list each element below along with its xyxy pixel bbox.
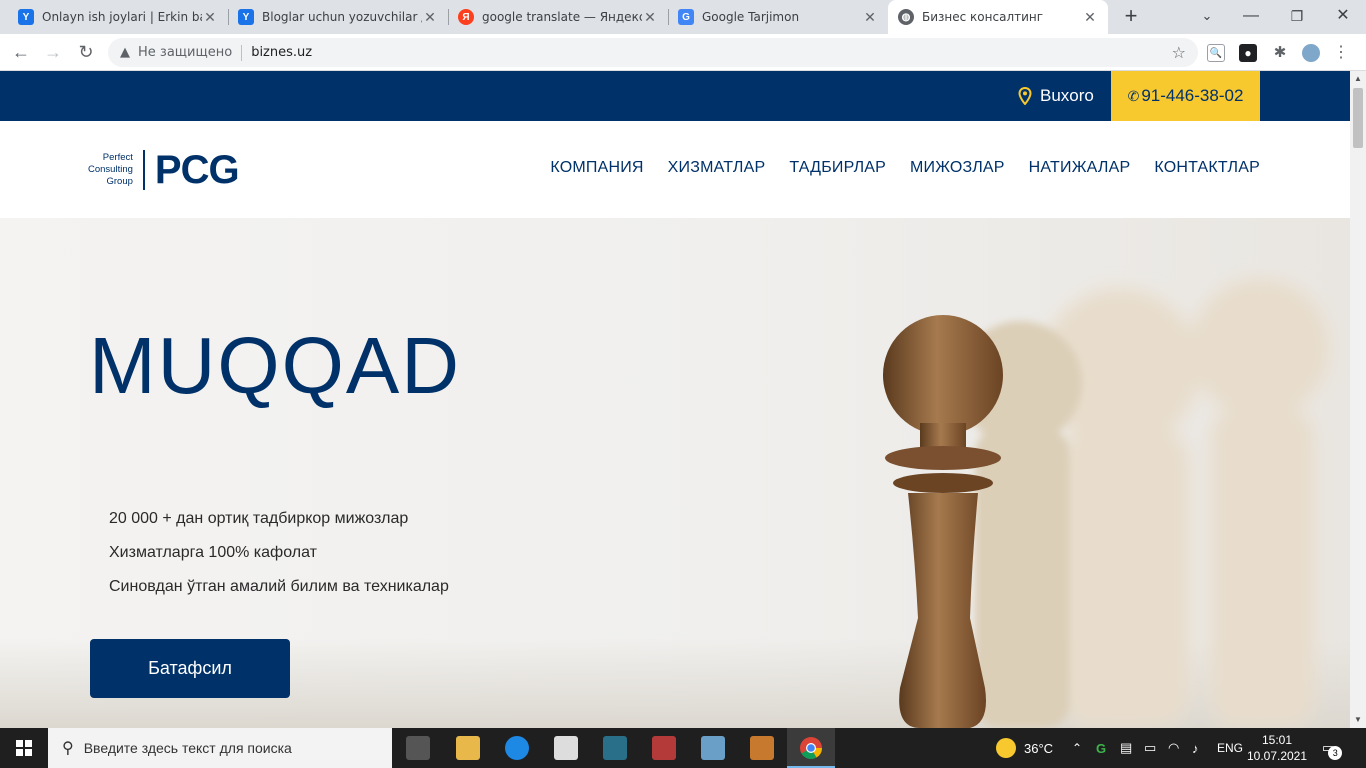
close-tab-icon[interactable]: ✕ <box>422 9 438 26</box>
main-menu: КОМПАНИЯ ХИЗМАТЛАР ТАДБИРЛАР МИЖОЗЛАР НА… <box>526 159 1260 177</box>
scroll-down-icon[interactable]: ▼ <box>1350 712 1366 728</box>
hero-feature: Хизматларга 100% кафолат <box>109 544 317 561</box>
close-tab-icon[interactable]: ✕ <box>862 9 878 26</box>
site-header: Perfect Consulting Group PCG КОМПАНИЯ ХИ… <box>0 121 1350 218</box>
back-button[interactable]: ← <box>8 40 34 66</box>
new-tab-button[interactable]: + <box>1119 4 1143 28</box>
menu-item-clients[interactable]: МИЖОЗЛАР <box>910 159 1005 177</box>
chrome-taskbar-button[interactable] <box>787 728 835 768</box>
taskbar-search-placeholder[interactable]: Введите здесь текст для поиска <box>84 740 292 756</box>
extensions-puzzle-icon[interactable]: ✱ <box>1271 44 1289 62</box>
search-icon: ⚲ <box>62 740 74 757</box>
browser-toolbar: ← → ↻ ▲ Не защищено biznes.uz ☆ 🔍 ● ✱ ⋮ <box>0 34 1366 71</box>
language-indicator[interactable]: ENG <box>1217 728 1243 768</box>
globe-icon: ◍ <box>898 9 914 25</box>
hero-section: MUQQAD 20 000 + дан ортиқ тадбиркор мижо… <box>0 218 1350 728</box>
yandex-icon: Я <box>458 9 474 25</box>
close-window-button[interactable]: ✕ <box>1320 0 1366 34</box>
more-details-button[interactable]: Батафсил <box>90 639 290 698</box>
clock-time: 15:01 <box>1261 733 1293 747</box>
taskbar-search-box[interactable]: ⚲ Введите здесь текст для поиска <box>48 728 392 768</box>
windows-start-icon[interactable] <box>0 728 48 768</box>
minimize-button[interactable]: — <box>1228 0 1274 34</box>
logo-mark: PCG <box>154 147 240 192</box>
menu-item-contacts[interactable]: КОНТАКТЛАР <box>1154 159 1260 177</box>
phone-icon: ✆ <box>1127 87 1140 104</box>
volume-icon[interactable]: ♪ <box>1192 728 1199 768</box>
logo-tagline: Perfect Consulting Group <box>88 152 133 187</box>
battery-icon[interactable]: ▭ <box>1144 728 1156 768</box>
hero-title: MUQQAD <box>89 321 461 410</box>
url-text[interactable]: biznes.uz <box>251 45 312 60</box>
edge-browser-icon[interactable] <box>505 736 529 760</box>
yandex-jobs-icon: Y <box>238 9 254 25</box>
wifi-icon[interactable]: ◠ <box>1168 728 1179 768</box>
security-label[interactable]: Не защищено <box>138 45 232 60</box>
location-pin-icon <box>1018 87 1032 105</box>
address-bar[interactable]: ▲ Не защищено biznes.uz ☆ <box>108 38 1198 67</box>
app-icon[interactable] <box>652 736 676 760</box>
notifications-badge: 3 <box>1328 746 1343 760</box>
weather-widget[interactable]: 36°C <box>996 728 1053 768</box>
browser-tab[interactable]: Я google translate — Яндекс: н ✕ <box>448 0 668 34</box>
tab-search-icon[interactable]: ⌄ <box>1184 0 1230 34</box>
game-launcher-icon[interactable] <box>406 736 430 760</box>
clock-date: 10.07.2021 <box>1246 749 1308 763</box>
close-tab-icon[interactable]: ✕ <box>1082 9 1098 26</box>
chrome-menu-icon[interactable]: ⋮ <box>1332 44 1350 62</box>
notifications-button[interactable]: ▭ 3 <box>1322 728 1343 768</box>
phone-number[interactable]: 91-446-38-02 <box>1141 86 1243 106</box>
hero-feature: 20 000 + дан ортиқ тадбиркор мижозлар <box>109 510 409 527</box>
close-tab-icon[interactable]: ✕ <box>642 9 658 26</box>
microsoft-store-icon[interactable] <box>554 736 578 760</box>
yandex-jobs-icon: Y <box>18 9 34 25</box>
menu-item-services[interactable]: ХИЗМАТЛАР <box>668 159 766 177</box>
extension-icon[interactable]: ● <box>1239 44 1257 62</box>
windows-taskbar: ⚲ Введите здесь текст для поиска 36°C ⌃ … <box>0 728 1366 768</box>
app-icon[interactable] <box>750 736 774 760</box>
close-tab-icon[interactable]: ✕ <box>202 9 218 26</box>
profile-avatar[interactable] <box>1302 44 1320 62</box>
file-explorer-icon[interactable] <box>456 736 480 760</box>
scrollbar-thumb[interactable] <box>1353 88 1363 148</box>
city-selector[interactable]: Buxoro <box>1018 71 1094 121</box>
system-clock[interactable]: 15:01 10.07.2021 <box>1244 732 1310 764</box>
show-hidden-icons[interactable]: ⌃ <box>1072 728 1082 768</box>
browser-tab[interactable]: Y Bloglar uchun yozuvchilar / P ✕ <box>228 0 448 34</box>
reload-button[interactable]: ↻ <box>73 40 99 66</box>
site-logo[interactable]: Perfect Consulting Group PCG <box>88 147 240 192</box>
tray-app-icon[interactable]: ▤ <box>1120 728 1132 768</box>
hero-feature: Синовдан ўтган амалий билим ва техникала… <box>109 578 449 595</box>
browser-tab-strip: Y Onlayn ish joylari | Erkin band ✕ Y Bl… <box>0 0 1366 34</box>
browser-tab-active[interactable]: ◍ Бизнес консалтинг ✕ <box>888 0 1108 34</box>
search-extension-icon[interactable]: 🔍 <box>1207 44 1225 62</box>
scroll-up-icon[interactable]: ▲ <box>1350 71 1366 87</box>
weather-temp[interactable]: 36°C <box>1024 741 1053 756</box>
browser-tab[interactable]: G Google Tarjimon ✕ <box>668 0 888 34</box>
menu-item-events[interactable]: ТАДБИРЛАР <box>789 159 886 177</box>
logo-divider <box>142 150 145 190</box>
bookmark-star-icon[interactable]: ☆ <box>1172 43 1186 62</box>
chess-pawns-image <box>883 278 1330 728</box>
forward-button[interactable]: → <box>40 40 66 66</box>
web-page: Buxoro ✆ 91-446-38-02 Perfect Consulting… <box>0 71 1350 728</box>
warships-game-icon[interactable] <box>603 736 627 760</box>
tray-app-icon[interactable]: G <box>1096 728 1106 768</box>
menu-item-company[interactable]: КОМПАНИЯ <box>550 159 643 177</box>
city-label[interactable]: Buxoro <box>1040 86 1094 106</box>
page-scrollbar[interactable]: ▲ ▼ <box>1350 71 1366 728</box>
top-info-bar: Buxoro ✆ 91-446-38-02 <box>0 71 1350 121</box>
omnibox-divider <box>241 44 243 61</box>
google-translate-icon: G <box>678 9 694 25</box>
browser-tab[interactable]: Y Onlayn ish joylari | Erkin band ✕ <box>8 0 228 34</box>
restore-button[interactable]: ❐ <box>1274 0 1320 34</box>
weather-sun-icon <box>996 738 1016 758</box>
chrome-icon <box>800 737 822 759</box>
warning-icon[interactable]: ▲ <box>120 45 130 60</box>
paint-icon[interactable] <box>701 736 725 760</box>
menu-item-results[interactable]: НАТИЖАЛАР <box>1029 159 1131 177</box>
phone-link[interactable]: ✆ 91-446-38-02 <box>1111 71 1260 121</box>
